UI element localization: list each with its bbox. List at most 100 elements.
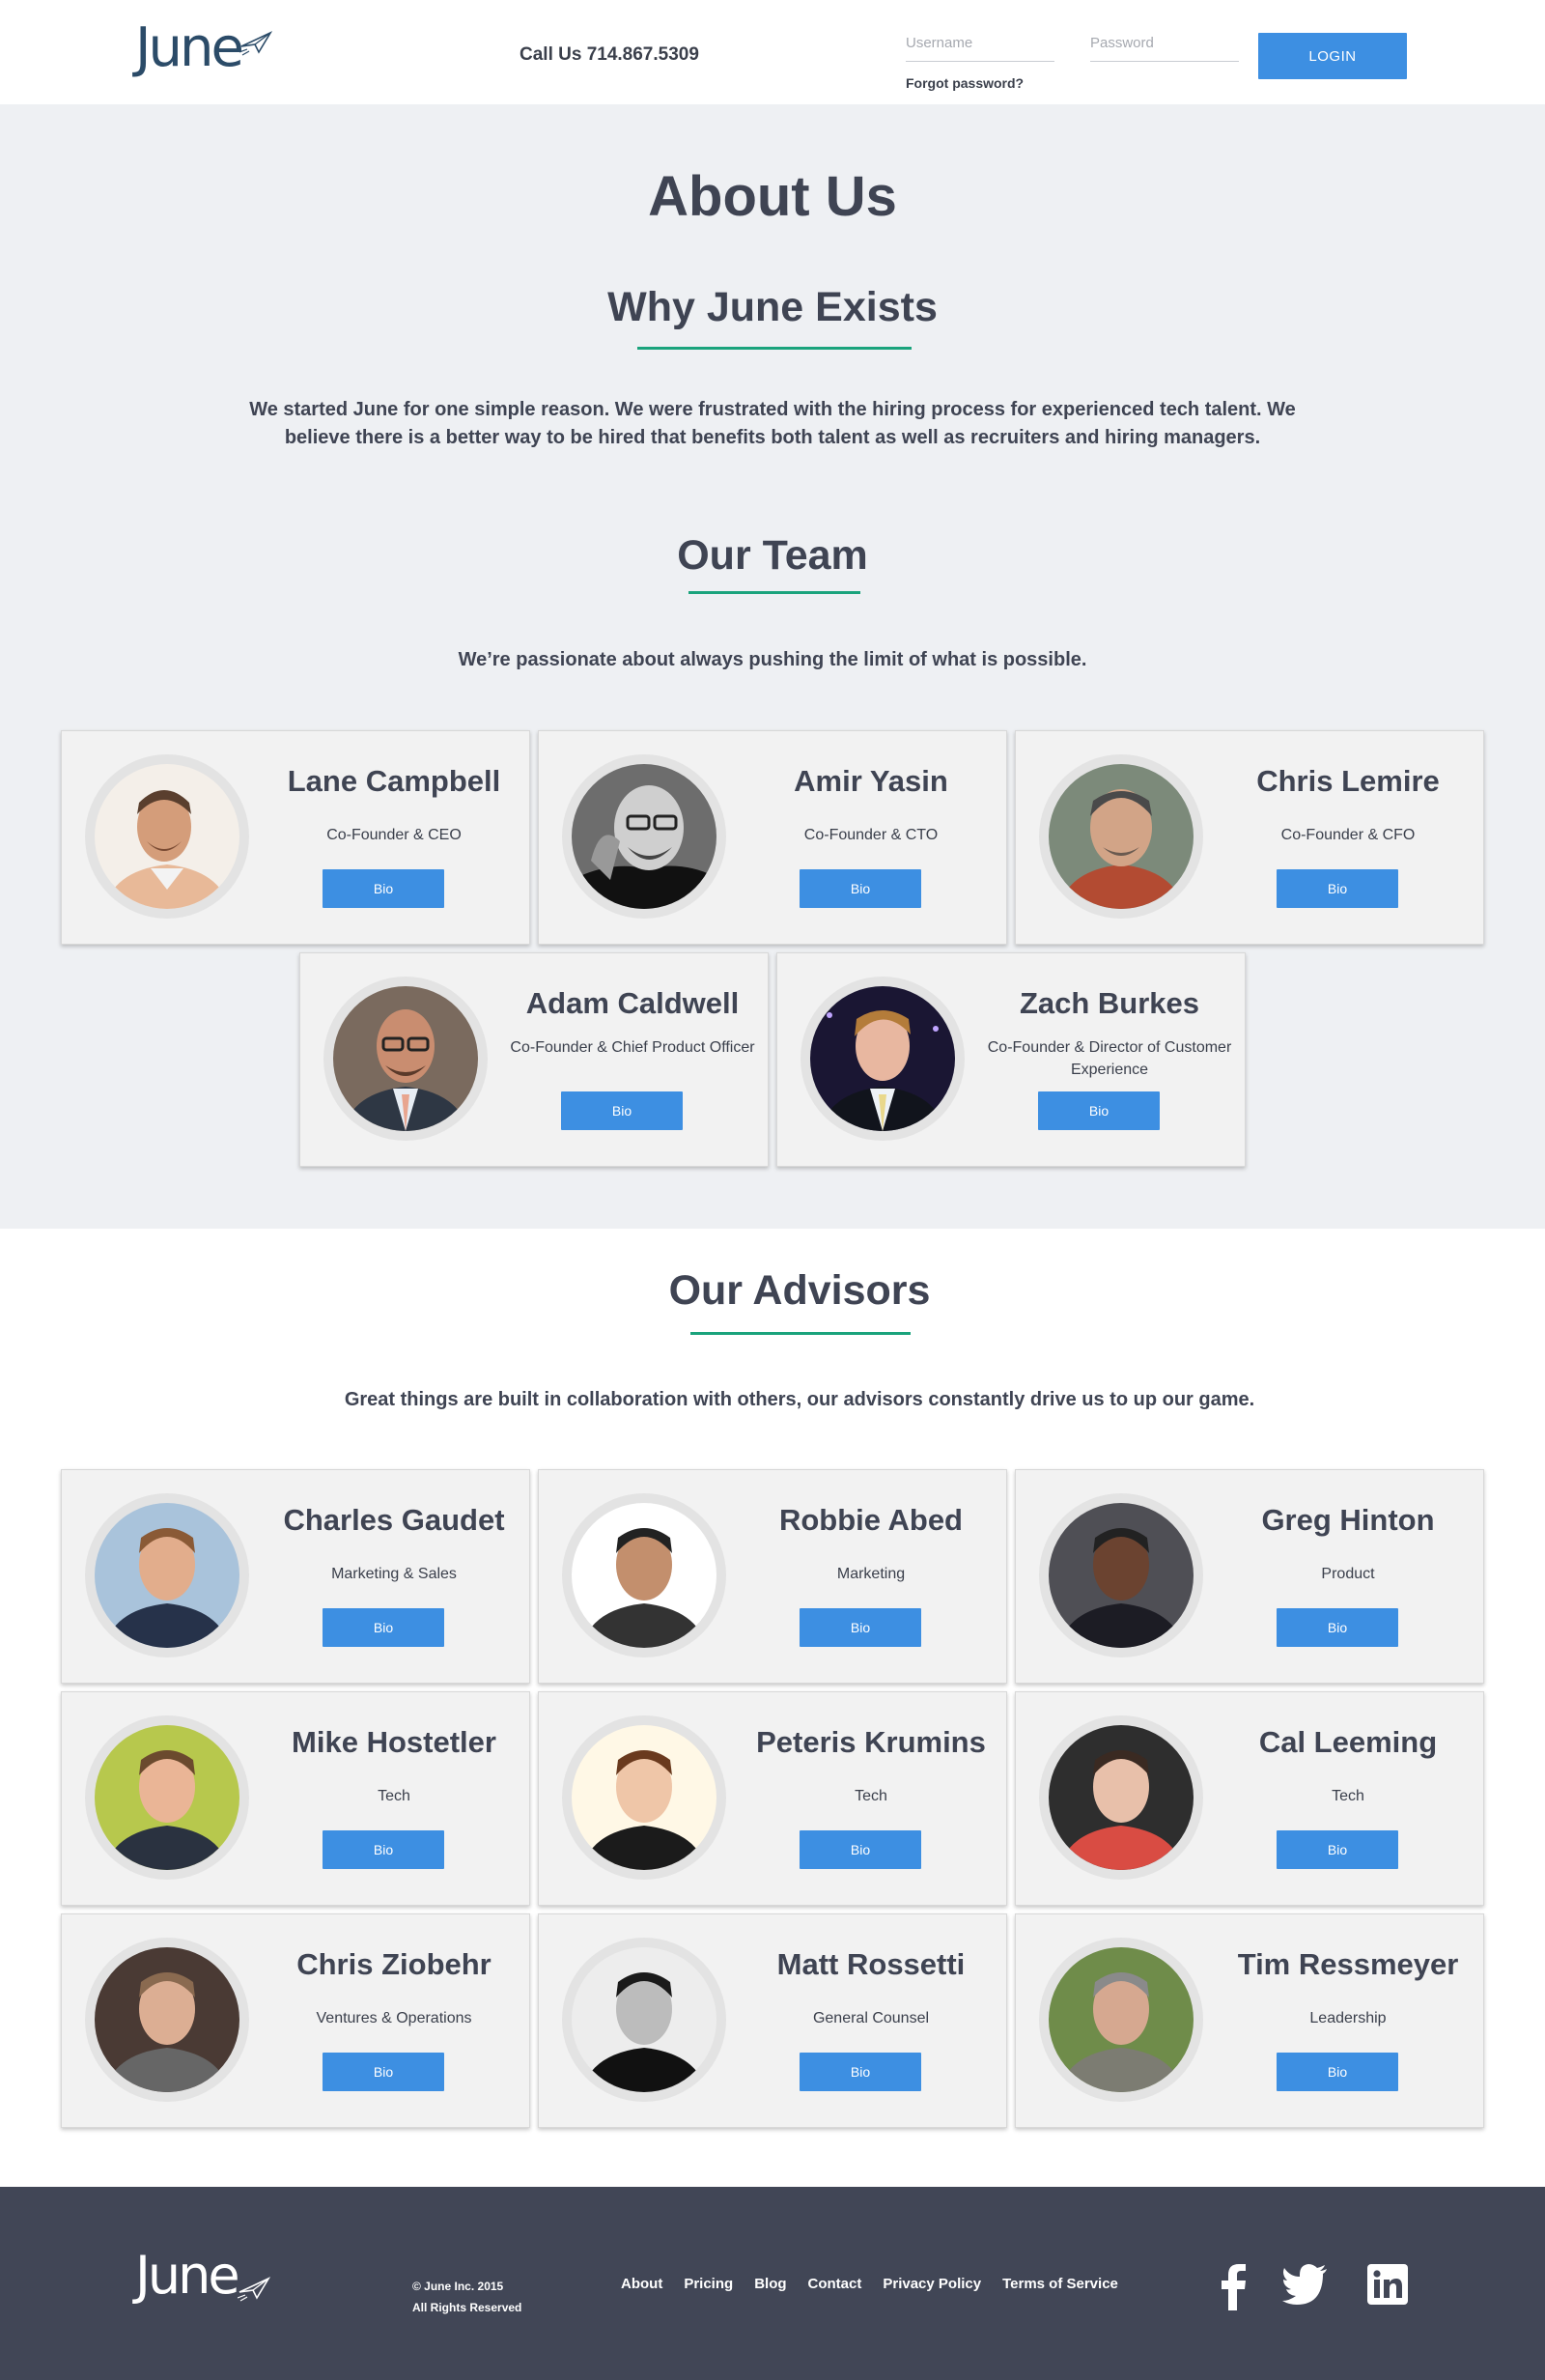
footer-link-blog[interactable]: Blog: [754, 2276, 786, 2292]
avatar-ring: [1039, 1493, 1203, 1658]
bio-button[interactable]: Bio: [323, 1830, 444, 1869]
avatar-ring: [1039, 754, 1203, 919]
footer-link-privacy[interactable]: Privacy Policy: [883, 2276, 981, 2292]
advisor-card: Charles Gaudet Marketing & Sales Bio: [61, 1469, 530, 1684]
advisor-card: Tim Ressmeyer Leadership Bio: [1015, 1913, 1484, 2128]
advisor-role: Marketing & Sales: [331, 1566, 457, 1582]
bio-button[interactable]: Bio: [323, 1608, 444, 1647]
member-name: Amir Yasin: [794, 764, 948, 798]
avatar-ring: [562, 754, 726, 919]
advisor-card: Mike Hostetler Tech Bio: [61, 1691, 530, 1906]
avatar: [572, 1947, 716, 2092]
avatar-ring: [1039, 1715, 1203, 1880]
forgot-password-link[interactable]: Forgot password?: [906, 75, 1024, 91]
avatar: [810, 986, 955, 1131]
bio-button[interactable]: Bio: [800, 1608, 921, 1647]
facebook-icon[interactable]: [1217, 2264, 1250, 2310]
advisor-name: Robbie Abed: [778, 1503, 963, 1537]
password-input[interactable]: [1090, 35, 1239, 51]
bio-button[interactable]: Bio: [1038, 1091, 1160, 1130]
avatar: [1049, 764, 1194, 909]
avatar: [572, 764, 716, 909]
advisor-role: Tech: [1332, 1788, 1364, 1804]
team-card: Amir Yasin Co-Founder & CTO Bio: [538, 730, 1007, 945]
bio-button[interactable]: Bio: [1277, 1830, 1398, 1869]
avatar: [1049, 1947, 1194, 2092]
bio-button[interactable]: Bio: [800, 869, 921, 908]
bio-button[interactable]: Bio: [800, 2053, 921, 2091]
avatar: [1049, 1725, 1194, 1870]
copyright-text: © June Inc. 2015: [412, 2280, 504, 2293]
login-button[interactable]: LOGIN: [1258, 33, 1407, 79]
avatar-ring: [323, 977, 488, 1141]
team-card: Adam Caldwell Co-Founder & Chief Product…: [299, 952, 769, 1167]
advisor-card: Matt Rossetti General Counsel Bio: [538, 1913, 1007, 2128]
bio-button[interactable]: Bio: [1277, 2053, 1398, 2091]
our-team-text: We’re passionate about always pushing th…: [458, 649, 1087, 670]
footer-link-contact[interactable]: Contact: [808, 2276, 862, 2292]
advisor-role: Tech: [378, 1788, 410, 1804]
member-name: Lane Campbell: [287, 764, 501, 798]
advisor-name: Cal Leeming: [1258, 1725, 1438, 1759]
member-role: Co-Founder & CFO: [1280, 827, 1416, 843]
member-name: Zach Burkes: [1019, 986, 1200, 1020]
heading-underline: [688, 591, 860, 594]
footer-logo[interactable]: June: [135, 2250, 270, 2302]
advisor-name: Greg Hinton: [1261, 1503, 1435, 1537]
twitter-icon[interactable]: [1282, 2264, 1329, 2305]
avatar: [95, 764, 239, 909]
page-title: About Us: [648, 165, 897, 228]
advisor-role: Ventures & Operations: [316, 2010, 472, 2026]
avatar-ring: [85, 1938, 249, 2102]
advisor-name: Matt Rossetti: [776, 1947, 966, 1981]
avatar: [95, 1947, 239, 2092]
advisor-role: Product: [1321, 1566, 1375, 1582]
our-advisors-text: Great things are built in collaboration …: [344, 1389, 1255, 1410]
footer-link-about[interactable]: About: [621, 2276, 662, 2292]
avatar: [95, 1725, 239, 1870]
member-name: Adam Caldwell: [525, 986, 740, 1020]
avatar-ring: [85, 1493, 249, 1658]
advisor-name: Mike Hostetler: [292, 1725, 496, 1759]
avatar: [333, 986, 478, 1131]
logo-wordmark: June: [135, 2245, 240, 2306]
member-role: Co-Founder & Chief Product Officer: [510, 1039, 755, 1056]
advisor-role: General Counsel: [812, 2010, 930, 2026]
june-logo[interactable]: June: [135, 21, 272, 75]
avatar-ring: [801, 977, 965, 1141]
advisor-name: Tim Ressmeyer: [1237, 1947, 1459, 1981]
advisor-name: Chris Ziobehr: [296, 1947, 492, 1981]
bio-button[interactable]: Bio: [323, 2053, 444, 2091]
avatar-ring: [85, 1715, 249, 1880]
site-header: June Call Us 714.867.5309 Forgot passwor…: [0, 0, 1545, 104]
username-field[interactable]: [906, 35, 1054, 62]
why-june-text-line: believe there is a better way to be hire…: [284, 427, 1261, 448]
footer-link-terms[interactable]: Terms of Service: [1002, 2276, 1118, 2292]
bio-button[interactable]: Bio: [800, 1830, 921, 1869]
avatar: [572, 1503, 716, 1648]
heading-underline: [690, 1332, 911, 1335]
avatar: [572, 1725, 716, 1870]
site-footer: June © June Inc. 2015 All Rights Reserve…: [0, 2187, 1545, 2380]
password-field[interactable]: [1090, 35, 1239, 62]
team-card: Zach Burkes Co-Founder & Director of Cus…: [776, 952, 1246, 1167]
username-input[interactable]: [906, 35, 1054, 51]
linkedin-icon[interactable]: [1367, 2264, 1408, 2305]
why-june-heading: Why June Exists: [607, 284, 938, 330]
advisor-role: Leadership: [1309, 2010, 1387, 2026]
advisor-card: Robbie Abed Marketing Bio: [538, 1469, 1007, 1684]
bio-button[interactable]: Bio: [323, 869, 444, 908]
avatar-ring: [562, 1715, 726, 1880]
avatar: [1049, 1503, 1194, 1648]
advisor-name: Charles Gaudet: [283, 1503, 505, 1537]
why-june-text: We started June for one simple reason. W…: [0, 396, 1545, 452]
advisor-card: Greg Hinton Product Bio: [1015, 1469, 1484, 1684]
call-us-phone[interactable]: Call Us 714.867.5309: [520, 44, 699, 66]
bio-button[interactable]: Bio: [561, 1091, 683, 1130]
footer-link-pricing[interactable]: Pricing: [684, 2276, 733, 2292]
bio-button[interactable]: Bio: [1277, 1608, 1398, 1647]
avatar: [95, 1503, 239, 1648]
bio-button[interactable]: Bio: [1277, 869, 1398, 908]
why-june-text-line: We started June for one simple reason. W…: [249, 399, 1296, 420]
footer-nav: About Pricing Blog Contact Privacy Polic…: [621, 2276, 1118, 2292]
